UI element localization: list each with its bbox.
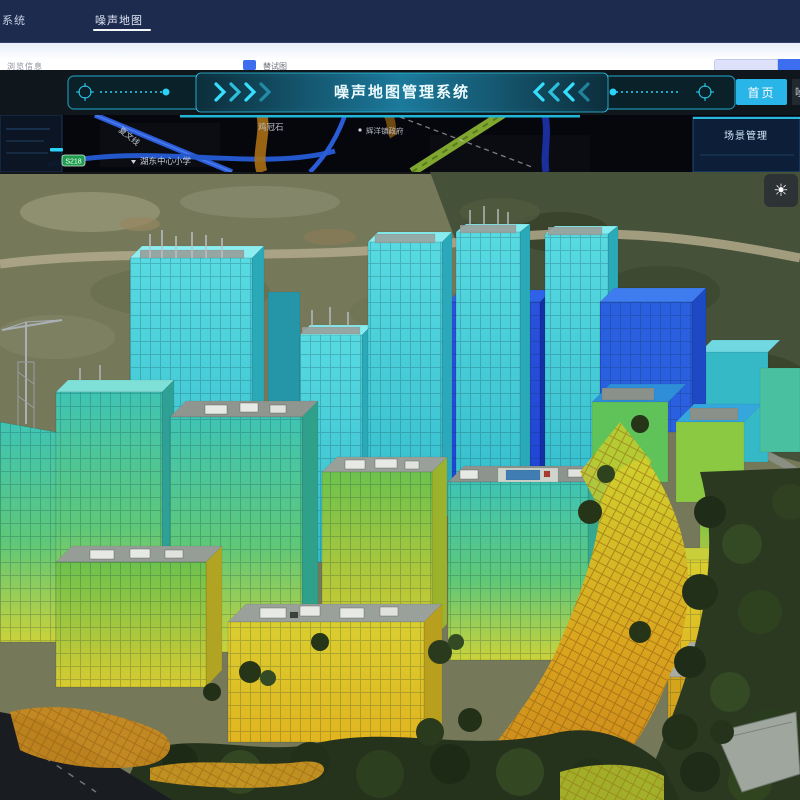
minimap-top-accent bbox=[180, 115, 580, 118]
sun-icon: ☀ bbox=[773, 181, 788, 201]
svg-text:S218: S218 bbox=[65, 159, 81, 166]
gov-label: 辉洋镇政府 bbox=[358, 126, 404, 136]
minimap-canvas: S218 夏文线 湖东中心小学 鸡冠石 辉洋镇政府 场景管理 bbox=[0, 115, 800, 172]
app-header: 噪声地图管理系统 首页 噪 bbox=[0, 70, 800, 115]
browser-window: 系统 噪声地图 浏览信息 替试图 bbox=[0, 0, 800, 800]
svg-text:湖东中心小学: 湖东中心小学 bbox=[140, 156, 192, 166]
scene-canvas bbox=[0, 172, 800, 800]
school-label: 湖东中心小学 bbox=[131, 156, 192, 166]
browser-tab-system[interactable]: 系统 bbox=[2, 12, 26, 28]
svg-text:辉洋镇政府: 辉洋镇政府 bbox=[366, 126, 404, 136]
partial-nav-button[interactable]: 噪 bbox=[792, 79, 800, 105]
poi-label: 鸡冠石 bbox=[258, 122, 284, 132]
panel-title: 场景管理 bbox=[724, 129, 768, 142]
sun-lighting-button[interactable]: ☀ bbox=[764, 174, 798, 207]
bookmark-favicon[interactable] bbox=[243, 60, 256, 70]
header-banner: 噪声地图管理系统 bbox=[0, 70, 800, 115]
noise-map-3d-view[interactable] bbox=[0, 172, 800, 800]
browser-tab-noise-map[interactable]: 噪声地图 bbox=[95, 12, 143, 28]
road-shield: S218 bbox=[62, 155, 85, 166]
browser-tab-bar: 系统 噪声地图 bbox=[0, 0, 800, 42]
home-button[interactable]: 首页 bbox=[736, 79, 787, 105]
bookmarks-bar: 浏览信息 替试图 bbox=[0, 42, 800, 71]
minimap-strip[interactable]: S218 夏文线 湖东中心小学 鸡冠石 辉洋镇政府 场景管理 bbox=[0, 115, 800, 172]
minimap-left-panel bbox=[0, 115, 63, 172]
tab-label: 噪声地图 bbox=[95, 15, 143, 27]
page-title: 噪声地图管理系统 bbox=[334, 83, 470, 101]
scene-manager-panel[interactable]: 场景管理 bbox=[693, 117, 800, 172]
active-tab-underline bbox=[93, 29, 151, 31]
